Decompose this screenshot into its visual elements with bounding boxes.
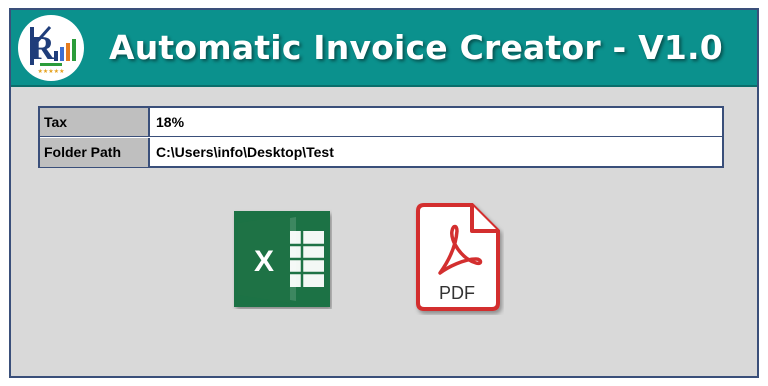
header-bar: R ★★★★★ Automatic Invoice Creator - V1.0	[11, 10, 757, 87]
app-title: Automatic Invoice Creator - V1.0	[109, 28, 723, 67]
excel-glyph: X	[254, 245, 274, 278]
settings-table: Tax 18% Folder Path C:\Users\info\Deskto…	[38, 106, 724, 168]
excel-button[interactable]: X	[232, 209, 332, 309]
app-window: R ★★★★★ Automatic Invoice Creator - V1.0	[9, 8, 759, 378]
tax-value-field[interactable]: 18%	[152, 108, 722, 136]
tax-row: Tax 18%	[40, 108, 722, 137]
folder-path-value-field[interactable]: C:\Users\info\Desktop\Test	[152, 138, 722, 167]
pdf-label: PDF	[439, 283, 475, 303]
svg-text:★★★★★: ★★★★★	[38, 68, 65, 75]
folder-path-label: Folder Path	[40, 138, 150, 167]
pdf-button[interactable]: PDF	[410, 201, 504, 315]
pk-logo-icon: R ★★★★★	[18, 15, 84, 81]
excel-icon: X	[234, 211, 330, 307]
pdf-icon: PDF	[416, 203, 500, 311]
folder-path-row: Folder Path C:\Users\info\Desktop\Test	[40, 138, 722, 167]
tax-label: Tax	[40, 108, 150, 136]
